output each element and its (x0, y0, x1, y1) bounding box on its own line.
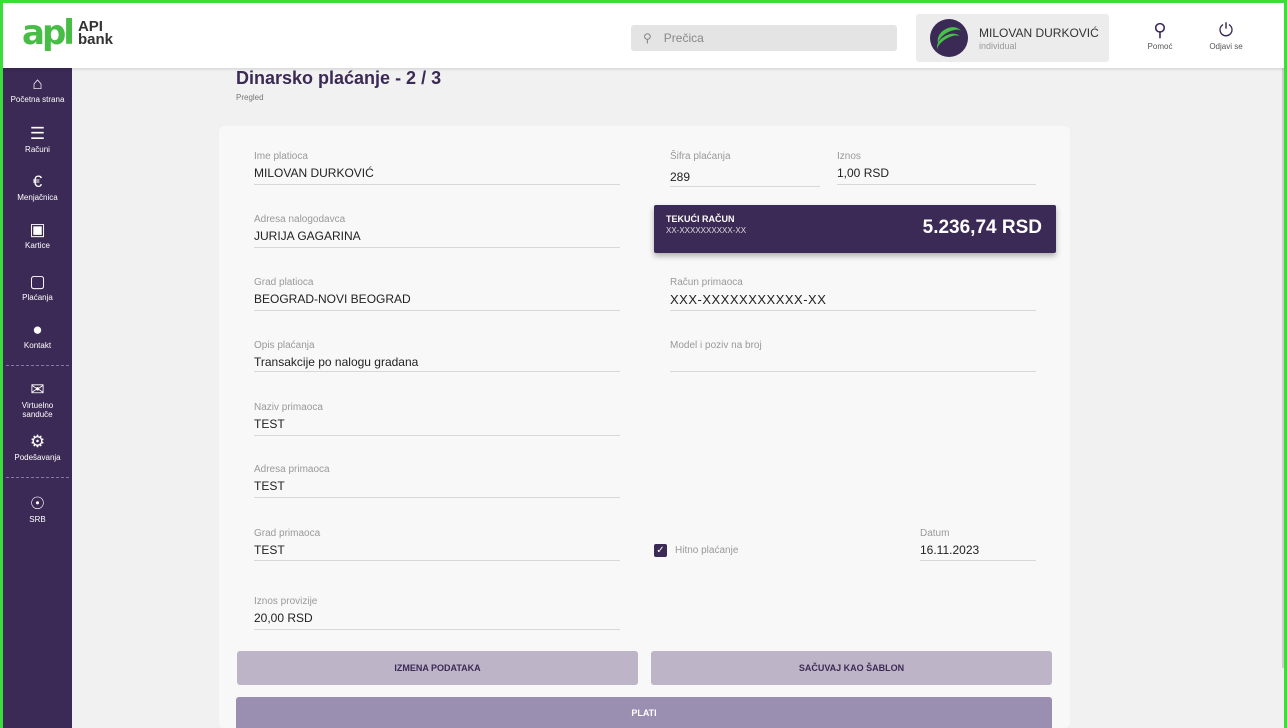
sidebar-item-home[interactable]: ⌂ Početna strana (3, 74, 72, 104)
sidebar-item-label: Početna strana (10, 95, 65, 104)
gear-icon: ⚙ (29, 432, 46, 451)
wallet-icon: ▢ (29, 272, 46, 291)
field-label: Grad platioca (254, 277, 314, 288)
sidebar-item-label: Menjačnica (17, 193, 58, 202)
sidebar-item-exchange[interactable]: € Menjačnica (3, 172, 72, 202)
account-card[interactable]: TEKUĆI RAČUN XX-XXXXXXXXXX-XX 5.236,74 R… (654, 205, 1056, 253)
payment-code-field: Šifra plaćanja 289 (670, 151, 820, 187)
home-icon: ⌂ (32, 74, 43, 93)
field-label: Ime platioca (254, 151, 308, 162)
field-label: Naziv primaoca (254, 402, 323, 413)
sidebar: ⌂ Početna strana ☰ Računi € Menjačnica ▣… (3, 68, 72, 728)
sidebar-item-label: Podešavanja (14, 453, 61, 462)
field-label: Iznos provizije (254, 596, 318, 607)
logo[interactable]: apl API bank (22, 13, 113, 53)
scrollbar[interactable] (1282, 68, 1284, 668)
field-label: Adresa nalogodavca (254, 214, 346, 225)
field-value: 20,00 RSD (254, 611, 313, 625)
search-input[interactable]: ⚲ Prečica (631, 25, 897, 51)
urgent-label: Hitno plaćanje (675, 545, 739, 556)
sidebar-item-label: Kontakt (23, 341, 52, 350)
sidebar-item-label: Kartice (25, 241, 50, 250)
payment-description-field: Opis plaćanja Transakcije po nalogu grad… (254, 340, 620, 372)
top-bar: apl API bank ⚲ Prečica MILOVAN DURKOVIĆ … (0, 0, 1287, 68)
list-icon: ☰ (29, 124, 46, 143)
chat-icon: ● (32, 320, 43, 339)
save-template-button[interactable]: SAČUVAJ KAO ŠABLON (651, 651, 1052, 685)
urgent-checkbox[interactable]: ✓ (654, 544, 667, 557)
account-title: TEKUĆI RAČUN (666, 214, 735, 224)
amount-field: Iznos 1,00 RSD (837, 151, 1036, 185)
account-balance: 5.236,74 RSD (922, 217, 1042, 238)
avatar (930, 19, 968, 57)
date-field: Datum 16.11.2023 (920, 528, 1036, 561)
user-name: MILOVAN DURKOVIĆ (979, 26, 1099, 40)
sidebar-item-label: Plaćanja (22, 293, 53, 302)
logo-text: API bank (77, 19, 113, 48)
help-icon: ⚲ (1153, 20, 1167, 40)
sidebar-item-label: SRB (29, 515, 46, 524)
sidebar-item-mailbox[interactable]: ✉ Virtuelno sanduče (3, 380, 72, 419)
logout-button[interactable]: ⏻ Odjavi se (1201, 20, 1251, 51)
logo-line2: bank (77, 31, 113, 48)
card-icon: ▣ (29, 220, 46, 239)
user-type: individual (979, 41, 1017, 51)
page-subtitle: Pregled (236, 93, 264, 102)
sidebar-item-contact[interactable]: ● Kontakt (3, 320, 72, 350)
field-value: JURIJA GAGARINA (254, 229, 361, 243)
power-icon: ⏻ (1218, 20, 1234, 40)
sidebar-divider (6, 477, 69, 478)
recipient-city-field: Grad primaoca TEST (254, 528, 620, 561)
help-button[interactable]: ⚲ Pomoć (1135, 20, 1185, 51)
page-title: Dinarsko plaćanje - 2 / 3 (236, 68, 442, 88)
field-label: Model i poziv na broj (670, 340, 762, 351)
sidebar-item-settings[interactable]: ⚙ Podešavanja (3, 432, 72, 462)
recipient-account-field: Račun primaoca XXX-XXXXXXXXXXX-XX (670, 277, 1036, 311)
edit-data-button[interactable]: IZMENA PODATAKA (237, 651, 638, 685)
search-placeholder: Prečica (663, 31, 704, 45)
field-value: TEST (254, 543, 285, 557)
field-value: 1,00 RSD (837, 166, 890, 180)
recipient-address-field: Adresa primaoca TEST (254, 464, 620, 498)
field-label: Šifra plaćanja (670, 151, 731, 162)
logout-label: Odjavi se (1209, 42, 1243, 51)
commission-field: Iznos provizije 20,00 RSD (254, 596, 620, 630)
field-value: TEST (254, 479, 285, 493)
field-value: 16.11.2023 (920, 543, 980, 557)
search-icon: ⚲ (643, 31, 652, 45)
sidebar-item-label: Računi (25, 145, 50, 154)
model-reference-field: Model i poziv na broj (670, 340, 1036, 372)
field-value: Transakcije po nalogu gradana (254, 355, 419, 369)
sidebar-item-label: Virtuelno sanduče (21, 401, 54, 419)
pay-button[interactable]: PLATI (236, 697, 1052, 728)
field-value: BEOGRAD-NOVI BEOGRAD (254, 292, 411, 306)
field-label: Grad primaoca (254, 528, 321, 539)
payer-city-field: Grad platioca BEOGRAD-NOVI BEOGRAD (254, 277, 620, 311)
sidebar-item-payments[interactable]: ▢ Plaćanja (3, 272, 72, 302)
payer-name-field: Ime platioca MILOVAN DURKOVIĆ (254, 151, 620, 185)
field-label: Datum (920, 528, 950, 539)
sidebar-item-accounts[interactable]: ☰ Računi (3, 124, 72, 154)
field-value: XXX-XXXXXXXXXXX-XX (670, 292, 827, 307)
field-value: 289 (670, 170, 691, 184)
sidebar-divider (6, 365, 69, 366)
mail-icon: ✉ (30, 380, 45, 399)
logo-mark: apl (22, 13, 75, 53)
exchange-icon: € (32, 172, 43, 191)
field-label: Opis plaćanja (254, 340, 315, 351)
sidebar-item-cards[interactable]: ▣ Kartice (3, 220, 72, 250)
field-label: Iznos (837, 151, 861, 162)
field-value: TEST (254, 417, 285, 431)
sidebar-item-language[interactable]: ☉ SRB (3, 494, 72, 524)
field-value: MILOVAN DURKOVIĆ (254, 166, 374, 180)
user-profile[interactable]: MILOVAN DURKOVIĆ individual (916, 14, 1109, 62)
recipient-name-field: Naziv primaoca TEST (254, 402, 620, 436)
field-label: Adresa primaoca (254, 464, 330, 475)
globe-icon: ☉ (29, 494, 46, 513)
account-number: XX-XXXXXXXXXX-XX (666, 226, 747, 235)
help-label: Pomoć (1147, 42, 1173, 51)
payer-address-field: Adresa nalogodavca JURIJA GAGARINA (254, 214, 620, 248)
field-label: Račun primaoca (670, 277, 743, 288)
